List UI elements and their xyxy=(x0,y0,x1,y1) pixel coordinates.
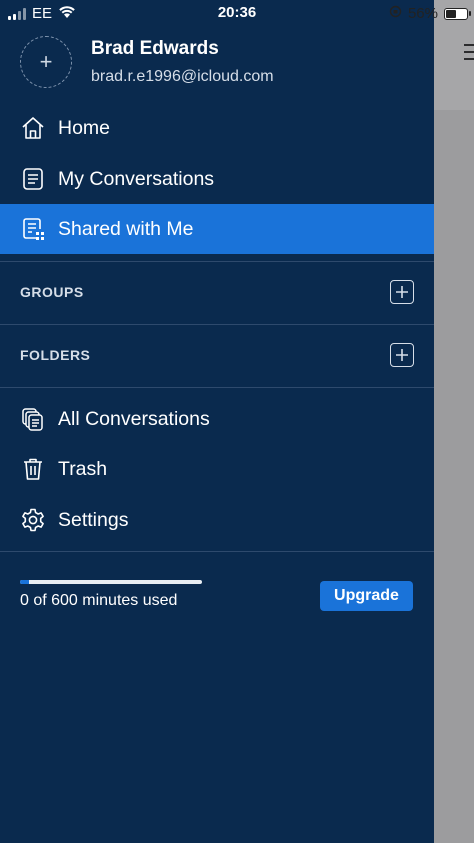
nav-item-home[interactable]: Home xyxy=(0,103,434,153)
divider xyxy=(0,551,434,552)
avatar-add-photo[interactable]: + xyxy=(20,36,72,88)
document-icon xyxy=(20,166,46,192)
profile-email: brad.r.e1996@icloud.com xyxy=(91,68,274,85)
status-right: 56% xyxy=(389,5,471,22)
nav-label-my-conversations: My Conversations xyxy=(58,167,215,190)
battery-icon xyxy=(444,7,471,20)
battery-percent: 56% xyxy=(407,5,438,22)
trash-icon xyxy=(20,456,46,482)
nav-label-trash: Trash xyxy=(58,457,108,480)
hamburger-menu-icon[interactable] xyxy=(464,44,474,60)
divider xyxy=(0,387,434,388)
profile-header: + Brad Edwards brad.r.e1996@icloud.com xyxy=(0,26,434,104)
navigation-drawer: + Brad Edwards brad.r.e1996@icloud.com H… xyxy=(0,0,434,843)
nav-item-all-conversations[interactable]: All Conversations xyxy=(0,394,434,444)
add-group-button[interactable] xyxy=(390,280,414,304)
nav-item-shared-with-me[interactable]: Shared with Me xyxy=(0,204,434,254)
minutes-progress-fill xyxy=(20,580,30,584)
nav-item-settings[interactable]: Settings xyxy=(0,495,434,545)
status-bar: EE 20:36 56% xyxy=(0,0,474,26)
home-icon xyxy=(20,115,46,141)
plus-icon: + xyxy=(39,49,53,74)
stacked-documents-icon xyxy=(20,406,46,432)
folders-heading: FOLDERS xyxy=(20,347,91,363)
plus-icon xyxy=(396,349,408,361)
background-app[interactable] xyxy=(434,0,474,843)
profile-name: Brad Edwards xyxy=(91,38,219,59)
shared-document-icon xyxy=(20,216,46,242)
gear-icon xyxy=(20,507,46,533)
nav-label-settings: Settings xyxy=(58,508,129,531)
nav-label-shared-with-me: Shared with Me xyxy=(58,217,194,240)
add-folder-button[interactable] xyxy=(390,343,414,367)
minutes-used-text: 0 of 600 minutes used xyxy=(20,592,178,609)
nav-label-home: Home xyxy=(58,116,111,139)
plus-icon xyxy=(396,286,408,298)
groups-heading: GROUPS xyxy=(20,284,84,300)
nav-item-my-conversations[interactable]: My Conversations xyxy=(0,154,434,204)
minutes-progress-bar xyxy=(20,580,202,584)
upgrade-button[interactable]: Upgrade xyxy=(320,581,413,611)
nav-label-all-conversations: All Conversations xyxy=(58,407,210,430)
groups-section: GROUPS xyxy=(0,262,434,324)
nav-item-trash[interactable]: Trash xyxy=(0,444,434,494)
orientation-lock-icon xyxy=(389,5,402,22)
usage-section: 0 of 600 minutes used Upgrade xyxy=(0,564,434,624)
folders-section: FOLDERS xyxy=(0,325,434,387)
